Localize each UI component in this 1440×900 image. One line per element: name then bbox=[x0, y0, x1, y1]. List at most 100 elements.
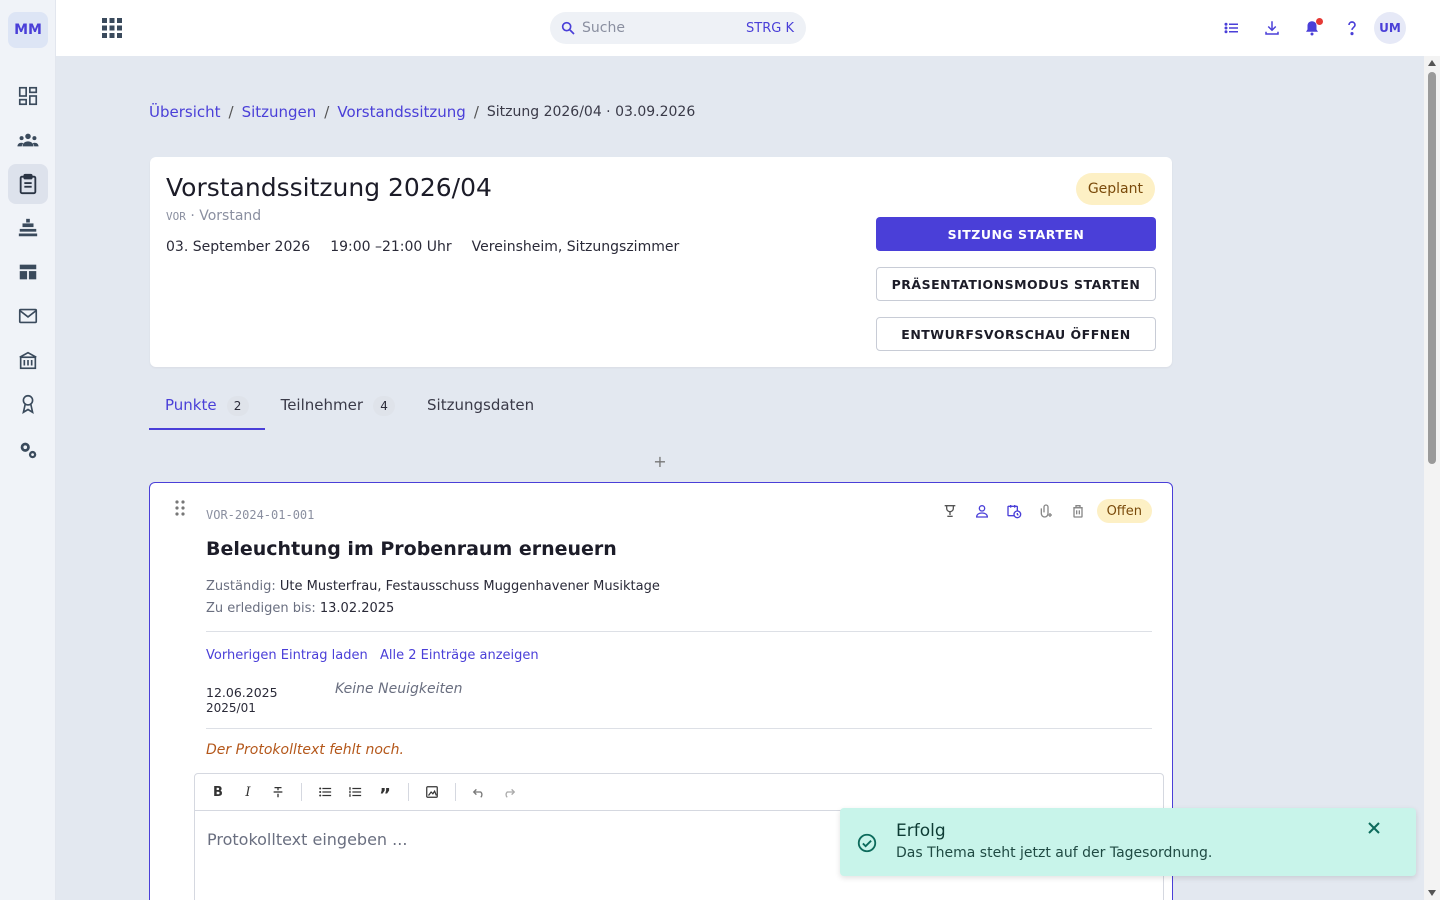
draft-preview-button[interactable]: ENTWURFSVORSCHAU ÖFFNEN bbox=[876, 317, 1156, 351]
add-item-button[interactable]: + bbox=[652, 452, 668, 472]
tab-label: Teilnehmer bbox=[280, 396, 364, 414]
item-actions bbox=[940, 501, 1088, 521]
delete-button[interactable] bbox=[1068, 501, 1088, 521]
history-ref: 2025/01 bbox=[206, 701, 256, 715]
topbar: Suche STRG K UM bbox=[56, 0, 1440, 56]
quote-button[interactable]: ” bbox=[372, 779, 398, 806]
notifications-button[interactable] bbox=[1301, 17, 1323, 39]
download-icon bbox=[1265, 21, 1279, 35]
institution-icon bbox=[19, 351, 37, 370]
nav-tables[interactable] bbox=[8, 252, 48, 292]
success-toast: Erfolg Das Thema steht jetzt auf der Tag… bbox=[840, 808, 1416, 876]
show-all-entries-link[interactable]: Alle 2 Einträge anzeigen bbox=[380, 648, 539, 663]
status-badge: Geplant bbox=[1075, 173, 1155, 205]
calendar-clock-icon bbox=[1007, 505, 1022, 519]
due-label: Zu erledigen bis: bbox=[206, 601, 320, 616]
meeting-location: Vereinsheim, Sitzungszimmer bbox=[471, 239, 680, 255]
redo-icon bbox=[505, 788, 516, 798]
tab-participants[interactable]: Teilnehmer 4 bbox=[265, 386, 411, 430]
search-placeholder: Suche bbox=[582, 20, 625, 36]
events-icon bbox=[18, 218, 38, 237]
toolbar-separator bbox=[408, 783, 409, 801]
nav-events[interactable] bbox=[8, 208, 48, 248]
page-scrollbar[interactable] bbox=[1424, 56, 1440, 900]
nav-settings[interactable] bbox=[8, 430, 48, 470]
meeting-header-card: Vorstandssitzung 2026/04 VOR · Vorstand … bbox=[150, 157, 1172, 367]
sidebar: MM bbox=[0, 0, 56, 900]
breadcrumb-current: Sitzung 2026/04 · 03.09.2026 bbox=[486, 104, 696, 120]
nav-meetings[interactable] bbox=[8, 164, 48, 204]
schedule-button[interactable] bbox=[1004, 501, 1024, 521]
due-value: 13.02.2025 bbox=[319, 601, 395, 616]
tab-count: 2 bbox=[226, 396, 249, 416]
editor-toolbar: B I ” bbox=[195, 774, 1163, 811]
italic-button[interactable]: I bbox=[235, 779, 261, 805]
close-icon[interactable] bbox=[1366, 820, 1382, 836]
search-input[interactable]: Suche STRG K bbox=[550, 12, 806, 44]
attachment-icon bbox=[1040, 504, 1052, 518]
responsible-label: Zuständig: bbox=[206, 579, 280, 594]
item-title: Beleuchtung im Probenraum erneuern bbox=[206, 538, 617, 560]
search-shortcut: STRG K bbox=[746, 20, 794, 36]
undo-button[interactable] bbox=[466, 779, 492, 805]
members-icon bbox=[17, 133, 39, 147]
list-icon bbox=[1224, 22, 1238, 34]
scrollbar-thumb[interactable] bbox=[1428, 72, 1436, 464]
help-button[interactable] bbox=[1341, 17, 1363, 39]
user-avatar[interactable]: UM bbox=[1374, 12, 1406, 44]
divider bbox=[206, 728, 1152, 729]
undo-icon bbox=[472, 788, 483, 798]
breadcrumb-overview[interactable]: Übersicht bbox=[149, 103, 221, 121]
item-status-badge: Offen bbox=[1096, 499, 1152, 523]
toast-message: Das Thema steht jetzt auf der Tagesordnu… bbox=[896, 845, 1213, 861]
tab-items[interactable]: Punkte 2 bbox=[149, 386, 265, 430]
breadcrumb-separator: / bbox=[228, 103, 234, 121]
breadcrumb-separator: / bbox=[473, 103, 479, 121]
tab-count: 4 bbox=[373, 396, 396, 416]
download-button[interactable] bbox=[1261, 17, 1283, 39]
task-list-button[interactable] bbox=[1221, 17, 1243, 39]
start-meeting-button[interactable]: SITZUNG STARTEN bbox=[876, 217, 1156, 251]
toolbar-separator bbox=[455, 783, 456, 801]
trophy-button[interactable] bbox=[940, 501, 960, 521]
dashboard-icon bbox=[18, 86, 38, 106]
assign-person-button[interactable] bbox=[972, 501, 992, 521]
search-icon bbox=[561, 21, 575, 35]
nav-mail[interactable] bbox=[8, 296, 48, 336]
image-icon bbox=[426, 786, 438, 798]
numbered-list-button[interactable] bbox=[342, 779, 368, 805]
history-text: Keine Neuigkeiten bbox=[335, 681, 463, 697]
meetings-icon bbox=[19, 173, 37, 195]
insert-image-button[interactable] bbox=[419, 779, 445, 805]
scroll-down-arrow[interactable] bbox=[1428, 890, 1436, 896]
redo-button[interactable] bbox=[496, 779, 522, 805]
numbered-list-icon bbox=[349, 787, 362, 797]
scroll-up-arrow[interactable] bbox=[1428, 60, 1436, 66]
responsible-value: Ute Musterfrau, Festausschuss Muggenhave… bbox=[279, 579, 660, 594]
missing-protocol-warning: Der Protokolltext fehlt noch. bbox=[206, 742, 404, 758]
divider bbox=[206, 631, 1152, 632]
meeting-time: 19:00 –21:00 Uhr bbox=[330, 239, 452, 255]
breadcrumb: Übersicht / Sitzungen / Vorstandssitzung… bbox=[149, 103, 695, 121]
tab-meeting-data[interactable]: Sitzungsdaten bbox=[411, 386, 550, 430]
nav-dashboard[interactable] bbox=[8, 76, 48, 116]
app-logo[interactable]: MM bbox=[8, 12, 48, 48]
trash-icon bbox=[1073, 505, 1083, 518]
nav-awards[interactable] bbox=[8, 384, 48, 424]
strikethrough-button[interactable] bbox=[265, 779, 291, 805]
nav-members[interactable] bbox=[8, 120, 48, 160]
bold-button[interactable]: B bbox=[205, 779, 231, 805]
editor-placeholder: Protokolltext eingeben ... bbox=[207, 830, 408, 849]
bullet-list-button[interactable] bbox=[312, 779, 338, 805]
breadcrumb-board-meeting[interactable]: Vorstandssitzung bbox=[337, 103, 465, 121]
attachment-button[interactable] bbox=[1036, 501, 1056, 521]
apps-grid-icon[interactable] bbox=[100, 16, 124, 40]
breadcrumb-meetings[interactable]: Sitzungen bbox=[242, 103, 317, 121]
nav-institution[interactable] bbox=[8, 340, 48, 380]
presentation-mode-button[interactable]: PRÄSENTATIONSMODUS STARTEN bbox=[876, 267, 1156, 301]
check-circle-icon bbox=[857, 833, 877, 853]
load-previous-link[interactable]: Vorherigen Eintrag laden bbox=[206, 648, 368, 663]
drag-handle-icon[interactable] bbox=[172, 499, 188, 517]
notification-dot bbox=[1316, 18, 1323, 25]
bullet-list-icon bbox=[319, 787, 332, 797]
